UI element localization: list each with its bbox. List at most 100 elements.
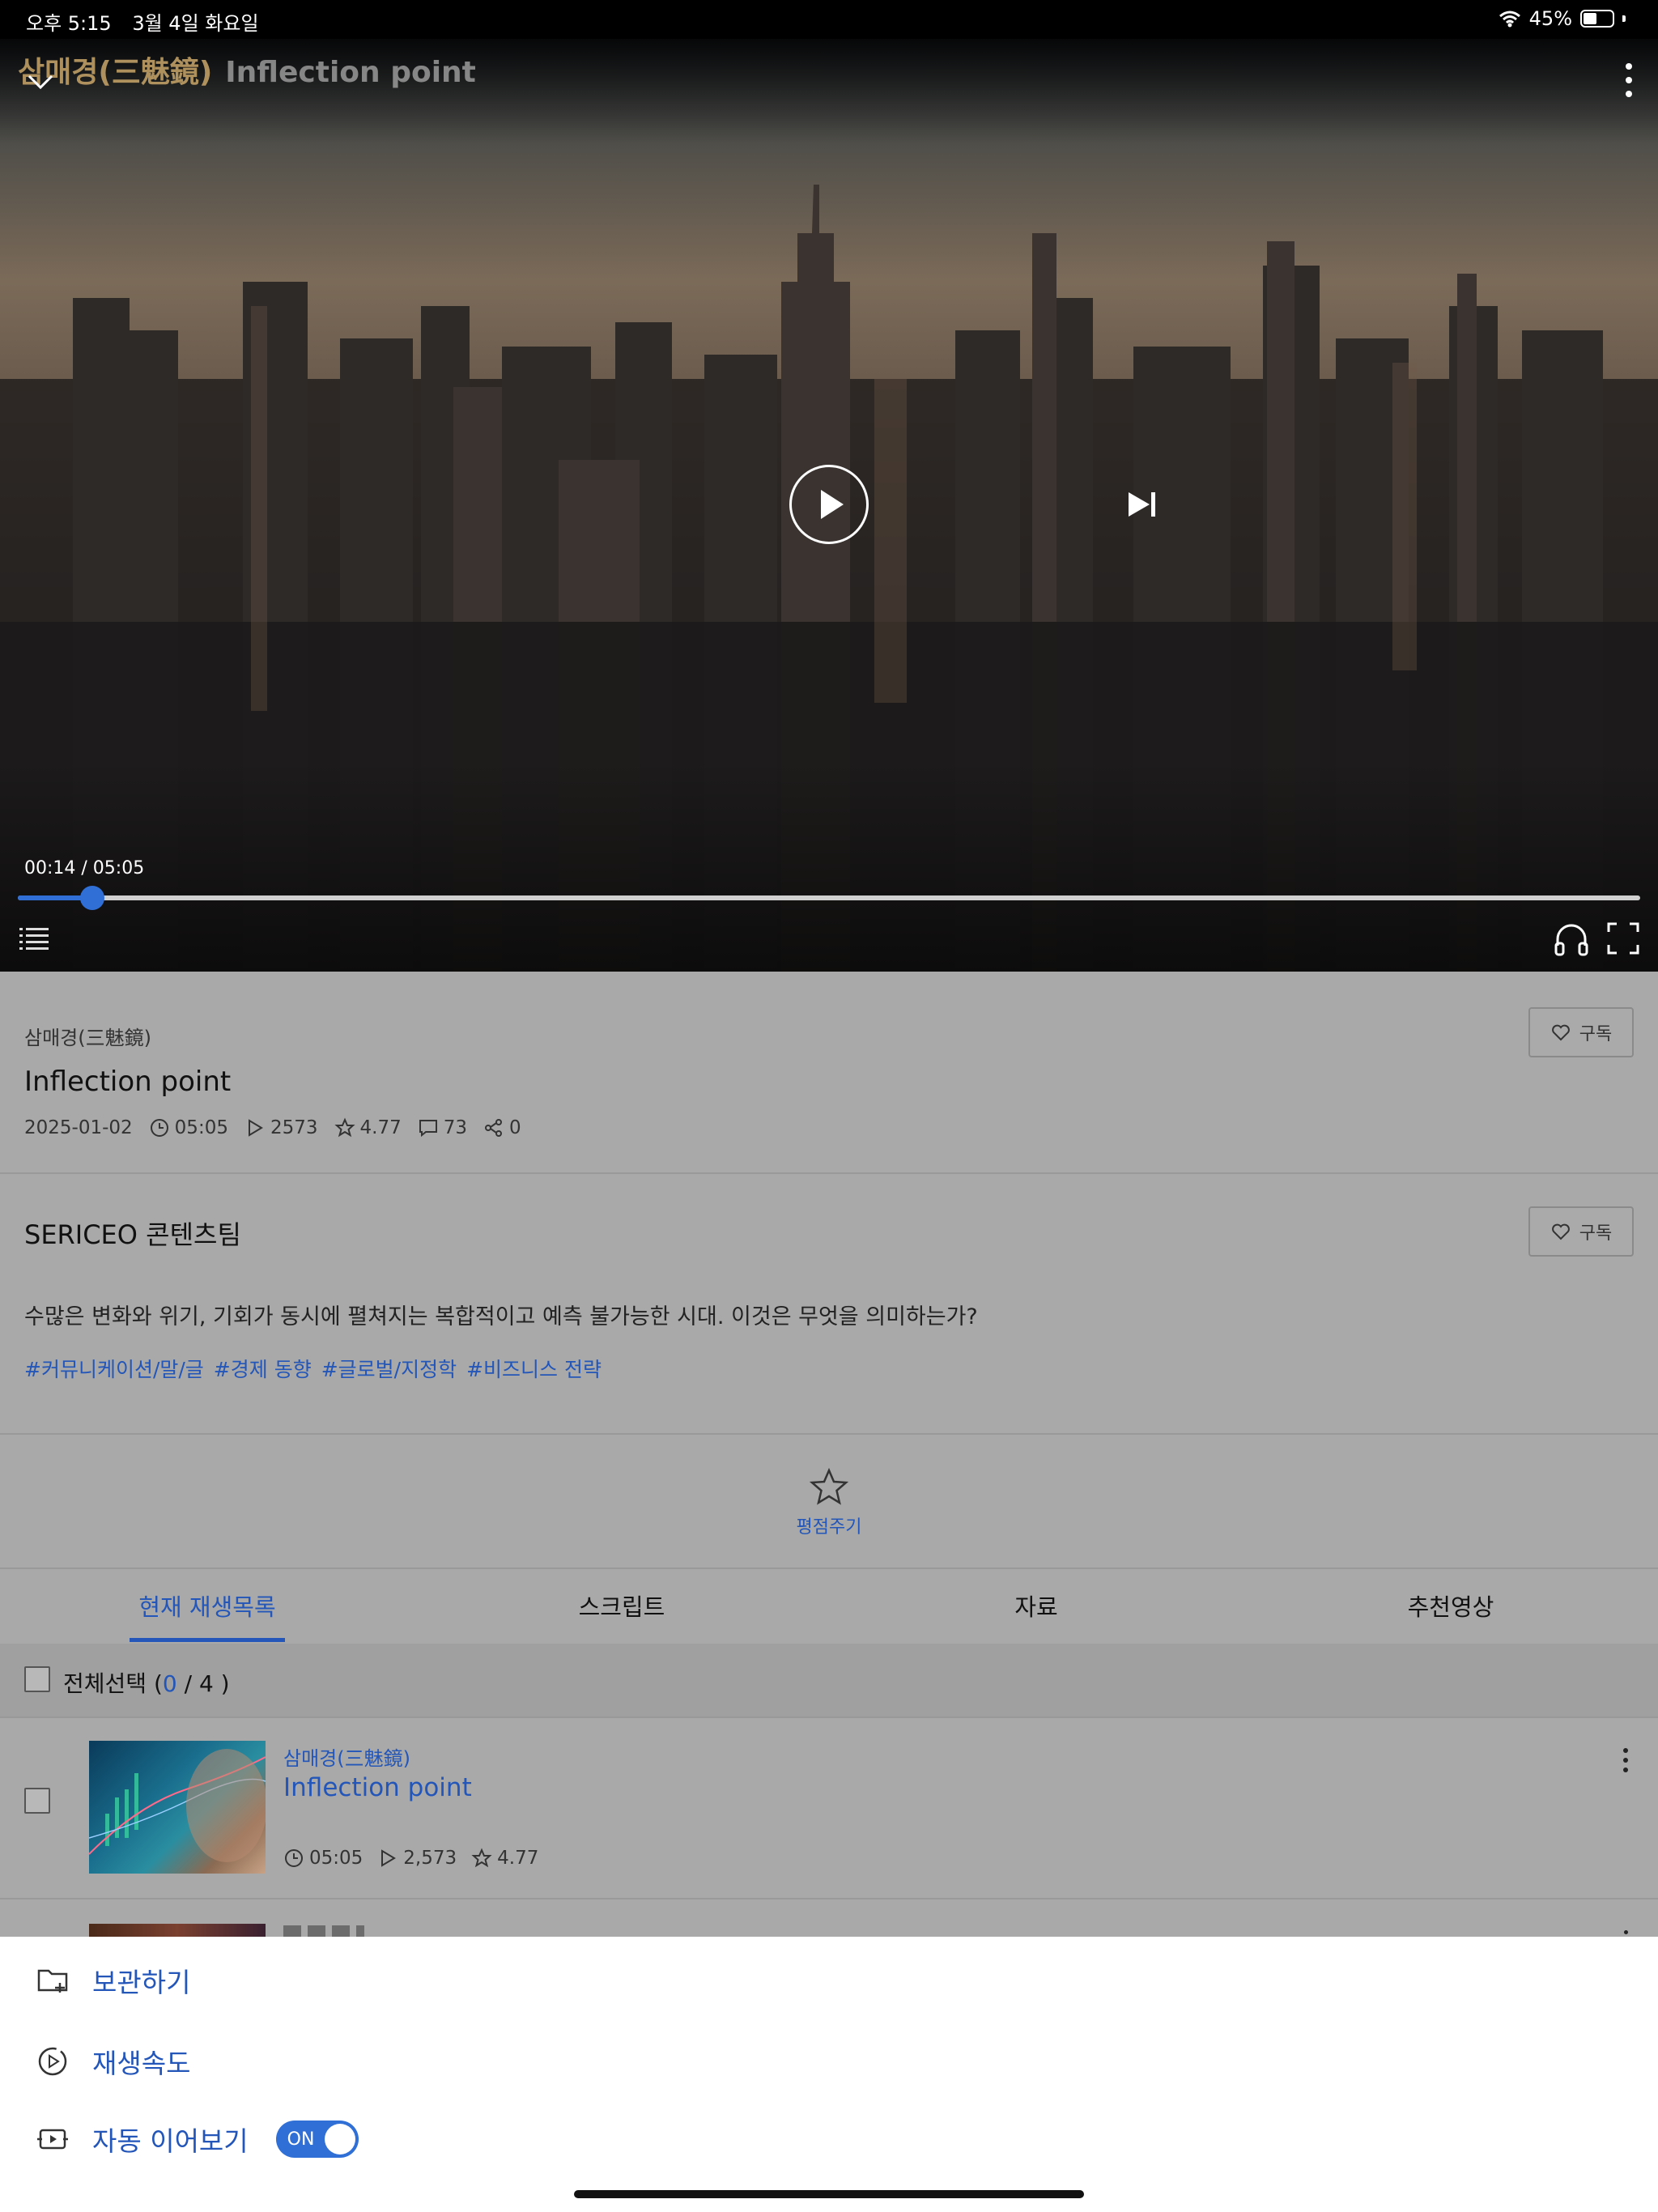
battery-icon — [1580, 10, 1614, 28]
tag-list: #커뮤니케이션/말/글 #경제 동향 #글로벌/지정학 #비즈니스 전략 — [24, 1354, 602, 1383]
battery-percent: 45% — [1528, 7, 1572, 30]
wifi-icon — [1499, 11, 1520, 28]
video-bottom-gradient — [0, 761, 1658, 972]
selected-count: 0 — [162, 1670, 177, 1697]
plays-meta: 2573 — [244, 1117, 318, 1138]
skip-next-icon[interactable] — [1125, 487, 1159, 521]
star-icon — [334, 1117, 355, 1138]
play-button[interactable] — [789, 465, 869, 544]
tab-current-playlist[interactable]: 현재 재생목록 — [0, 1569, 414, 1642]
star-outline-icon — [809, 1467, 849, 1505]
duration-meta: 05:05 — [149, 1117, 228, 1138]
select-all-row: 전체선택 (0 / 4 ) — [0, 1644, 1658, 1716]
autoplay-icon — [37, 2129, 68, 2150]
autoplay-label: 자동 이어보기 — [92, 2125, 249, 2157]
star-icon — [471, 1848, 492, 1868]
tab-materials[interactable]: 자료 — [829, 1569, 1244, 1642]
playlist-item-title-clipped — [283, 1924, 380, 1937]
subscribe-series-label: 구독 — [1579, 1024, 1613, 1044]
status-bar: 오후 5:15 3월 4일 화요일 45% — [0, 0, 1658, 39]
total-count: / 4 ) — [176, 1670, 230, 1697]
share-meta[interactable]: 0 — [483, 1117, 521, 1138]
rate-label: 평점주기 — [796, 1517, 862, 1538]
tag-link[interactable]: #글로벌/지정학 — [321, 1354, 457, 1383]
archive-option[interactable]: 보관하기 — [36, 1961, 190, 2000]
folder-add-icon — [37, 1969, 68, 1993]
video-comments: 73 — [443, 1117, 468, 1138]
tab-recommended[interactable]: 추천영상 — [1244, 1569, 1658, 1642]
chevron-down-icon[interactable] — [23, 63, 58, 99]
video-main-title: Inflection point — [24, 1066, 232, 1098]
clock-icon — [150, 1119, 168, 1137]
tag-link[interactable]: #커뮤니케이션/말/글 — [24, 1354, 204, 1383]
rate-button[interactable]: 평점주기 — [789, 1467, 869, 1538]
divider — [0, 1433, 1658, 1435]
video-description: 수많은 변화와 위기, 기회가 동시에 펼쳐지는 복합적이고 예측 불가능한 시… — [24, 1304, 978, 1329]
subscribe-series-button[interactable]: 구독 — [1528, 1007, 1634, 1057]
status-time-date: 오후 5:15 3월 4일 화요일 — [26, 7, 259, 36]
video-title: 삼매경(三魅鏡) Inflection point — [18, 49, 476, 91]
playback-speed-option[interactable]: 재생속도 — [36, 2042, 190, 2081]
divider — [0, 1172, 1658, 1174]
playlist-item-plays: 2,573 — [403, 1848, 457, 1869]
video-duration: 05:05 — [174, 1117, 228, 1138]
progress-thumb[interactable] — [80, 886, 104, 910]
comments-meta[interactable]: 73 — [418, 1117, 467, 1138]
fullscreen-icon[interactable] — [1606, 921, 1640, 955]
content-area: 삼매경(三魅鏡) Inflection point 구독 2025-01-02 … — [0, 972, 1658, 1937]
video-date: 2025-01-02 — [24, 1117, 133, 1138]
tab-bar: 현재 재생목록 스크립트 자료 추천영상 — [0, 1569, 1658, 1642]
playlist-item-title[interactable]: Inflection point — [283, 1773, 472, 1802]
more-vertical-icon[interactable] — [1622, 60, 1635, 100]
video-plays: 2573 — [270, 1117, 318, 1138]
autoplay-option: 자동 이어보기 ON — [36, 2120, 359, 2159]
status-time: 오후 5:15 — [26, 12, 112, 35]
headphones-icon[interactable] — [1553, 921, 1590, 959]
playback-time: 00:14 / 05:05 — [24, 858, 145, 878]
tag-link[interactable]: #비즈니스 전략 — [466, 1354, 602, 1383]
archive-label: 보관하기 — [92, 1967, 191, 1998]
play-circle-icon — [38, 2047, 67, 2076]
heart-icon — [1551, 1223, 1570, 1240]
tag-link[interactable]: #경제 동향 — [214, 1354, 312, 1383]
playback-speed-label: 재생속도 — [92, 2048, 191, 2079]
playlist-item-rating-meta: 4.77 — [471, 1848, 538, 1869]
battery-tip — [1622, 15, 1626, 22]
video-player[interactable]: 삼매경(三魅鏡) Inflection point 00:14 / 05:05 — [0, 39, 1658, 972]
toggle-knob — [324, 2124, 355, 2155]
playlist-item-meta: 05:05 2,573 4.77 — [283, 1848, 538, 1869]
play-outline-icon — [248, 1119, 263, 1137]
video-shares: 0 — [509, 1117, 521, 1138]
playlist-item-thumbnail[interactable] — [89, 1741, 266, 1874]
video-category: 삼매경(三魅鏡) — [24, 1027, 151, 1049]
video-title-en: Inflection point — [225, 56, 476, 89]
playlist-item-checkbox[interactable] — [24, 1788, 50, 1814]
share-icon — [485, 1119, 503, 1137]
autoplay-toggle[interactable]: ON — [275, 2121, 359, 2158]
playlist-icon[interactable] — [18, 923, 50, 955]
select-all-label: 전체선택 (0 / 4 ) — [63, 1666, 230, 1699]
clock-icon — [285, 1849, 303, 1867]
divider — [0, 1898, 1658, 1899]
more-vertical-icon[interactable] — [1619, 1746, 1632, 1775]
subscribe-author-label: 구독 — [1579, 1223, 1613, 1244]
playlist-item-rating: 4.77 — [497, 1848, 539, 1869]
playlist-item-plays-meta: 2,573 — [377, 1848, 457, 1869]
playlist-item-thumbnail[interactable] — [89, 1924, 266, 1937]
status-indicators: 45% — [1499, 7, 1626, 30]
home-indicator[interactable] — [574, 2190, 1084, 2198]
heart-icon — [1551, 1024, 1570, 1041]
playlist-item-category: 삼매경(三魅鏡) — [283, 1747, 410, 1770]
select-all-checkbox[interactable] — [24, 1666, 50, 1692]
autoplay-toggle-label: ON — [287, 2129, 315, 2150]
video-meta: 2025-01-02 05:05 2573 4.77 73 0 — [24, 1117, 521, 1138]
more-vertical-icon[interactable] — [1624, 1930, 1628, 1934]
chart-thumbnail-image — [89, 1749, 266, 1862]
divider — [0, 1716, 1658, 1718]
author-name: SERICEO 콘텐츠팀 — [24, 1219, 241, 1250]
select-all-text: 전체선택 ( — [63, 1670, 163, 1697]
subscribe-author-button[interactable]: 구독 — [1528, 1206, 1634, 1257]
progress-bar[interactable] — [18, 895, 1640, 900]
playlist-item-duration-meta: 05:05 — [283, 1848, 363, 1869]
tab-script[interactable]: 스크립트 — [414, 1569, 829, 1642]
